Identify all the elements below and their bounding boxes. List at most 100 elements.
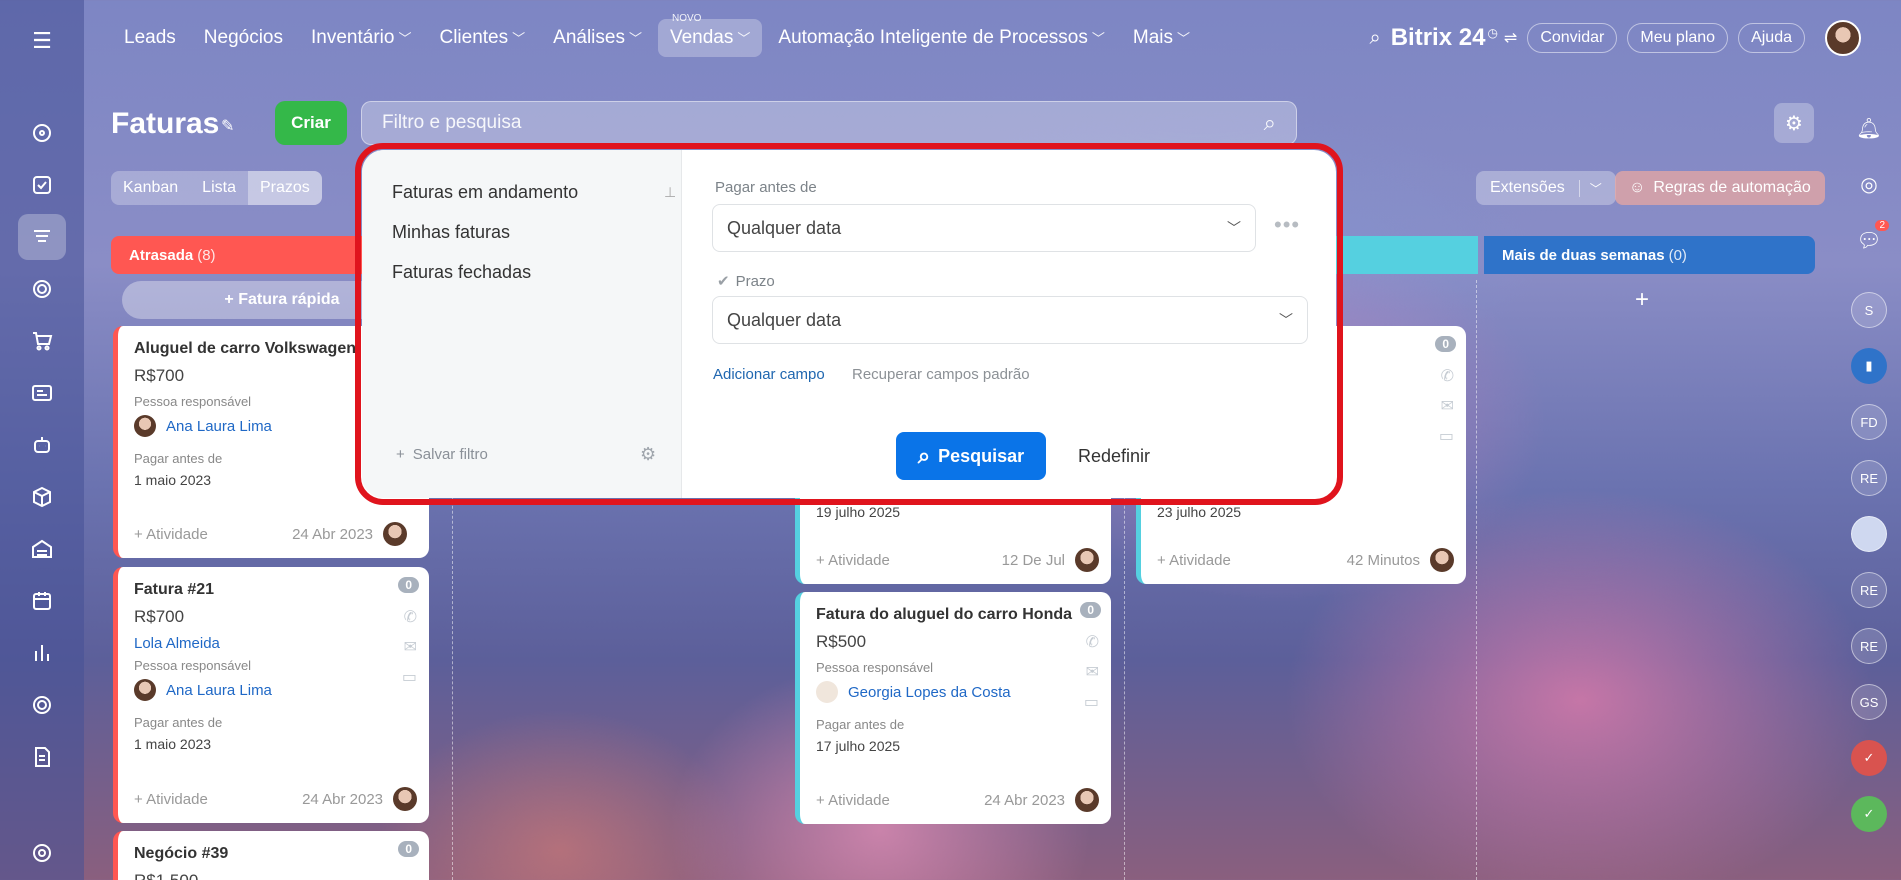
view-kanban[interactable]: Kanban <box>111 171 190 205</box>
chat-icon[interactable]: ▭ <box>1439 426 1454 446</box>
target-icon[interactable] <box>18 266 66 312</box>
avatar <box>1075 788 1099 812</box>
sites-icon[interactable] <box>18 370 66 416</box>
gear-icon[interactable]: ⚙ <box>640 444 656 465</box>
nav-clients[interactable]: Clientes ﹀ <box>427 19 537 57</box>
avatar[interactable]: RE <box>1851 628 1887 664</box>
nav-more[interactable]: Mais ﹀ <box>1121 19 1202 57</box>
card-contact[interactable]: Lola Almeida <box>134 635 413 652</box>
chevron-down-icon: ﹀ <box>628 31 642 46</box>
view-deadlines[interactable]: Prazos <box>247 171 322 205</box>
nav-inventory[interactable]: Inventário ﹀ <box>299 19 423 57</box>
automation-rules-button[interactable]: ☺ Regras de automação <box>1615 171 1825 205</box>
phone-icon[interactable]: ✆ <box>404 607 417 627</box>
view-list[interactable]: Lista <box>190 171 248 205</box>
plan-button[interactable]: Meu plano <box>1627 23 1729 53</box>
card-title[interactable]: Fatura do aluguel do carro Honda <box>816 606 1095 624</box>
mail-icon[interactable]: ✉ <box>1086 662 1099 682</box>
card-contact-name: Lola Almeida <box>134 635 220 652</box>
crm-icon[interactable] <box>18 214 66 260</box>
nav-automation-label: Automação Inteligente de Processos <box>778 27 1088 48</box>
nav-leads[interactable]: Leads <box>112 19 188 57</box>
invite-button[interactable]: Convidar <box>1527 23 1618 53</box>
nav-automation[interactable]: Automação Inteligente de Processos ﹀ <box>766 19 1116 57</box>
chevron-down-icon: ﹀ <box>1091 31 1105 46</box>
card-title[interactable]: Negócio #39 <box>134 845 413 863</box>
column-two-weeks[interactable]: Mais de duas semanas (0) <box>1484 236 1815 274</box>
more-icon[interactable]: ••• <box>1274 212 1300 238</box>
bookmark-icon[interactable]: ▮ <box>1851 348 1887 384</box>
task-icon[interactable]: ✓ <box>1851 740 1887 776</box>
column-cyan[interactable] <box>1320 236 1478 274</box>
avatar[interactable]: S <box>1851 292 1887 328</box>
nav-analytics[interactable]: Análises ﹀ <box>541 19 654 57</box>
avatar[interactable]: FD <box>1851 404 1887 440</box>
card-responsible[interactable]: Georgia Lopes da Costa <box>816 681 1095 703</box>
avatar[interactable]: RE <box>1851 460 1887 496</box>
pin-icon[interactable]: ✎ <box>221 116 234 136</box>
avatar[interactable]: GS <box>1851 684 1887 720</box>
settings-gear-icon[interactable]: ⚙ <box>1774 103 1814 143</box>
add-field-link[interactable]: Adicionar campo <box>713 366 825 383</box>
preset-my-invoices[interactable]: Minhas faturas <box>392 222 510 243</box>
add-plus-icon[interactable]: + <box>1635 286 1649 314</box>
pay-before-select[interactable]: Qualquer data ﹀ <box>712 204 1256 252</box>
card-due-date: 1 maio 2023 <box>134 736 212 752</box>
menu-icon[interactable]: ☰ <box>18 18 66 64</box>
sales-icon[interactable] <box>18 110 66 156</box>
add-activity-link[interactable]: + Atividade <box>1157 552 1231 569</box>
bell-icon[interactable]: 🔔︎ <box>1851 110 1887 146</box>
avatar[interactable]: RE <box>1851 572 1887 608</box>
invoice-card[interactable]: 0 ✆ ✉ ▭ Fatura do aluguel do carro Honda… <box>795 592 1111 824</box>
nav-sales[interactable]: NOVO Vendas ﹀ <box>657 13 763 57</box>
invoice-card[interactable]: 0 ✆ ✉ ▭ Fatura #21 R$700 Lola Almeida Pe… <box>113 567 429 823</box>
reset-button[interactable]: Redefinir <box>1078 432 1150 480</box>
phone-icon[interactable]: ✆ <box>1086 632 1099 652</box>
restore-default-fields-link[interactable]: Recuperar campos padrão <box>852 366 1030 383</box>
warehouse-icon[interactable] <box>18 526 66 572</box>
search-icon[interactable]: ⌕ <box>1264 110 1276 136</box>
nav-deals[interactable]: Negócios <box>192 19 295 57</box>
add-activity-link[interactable]: + Atividade <box>134 526 208 543</box>
extensions-button[interactable]: Extensões ﹀ <box>1476 171 1616 205</box>
task-done-icon[interactable]: ✓ <box>1851 796 1887 832</box>
column-late[interactable]: Atrasada (8) <box>111 236 371 274</box>
sliders-icon[interactable]: ⇌ <box>1504 28 1517 48</box>
phone-icon[interactable]: ✆ <box>1441 366 1454 386</box>
tasks-icon[interactable] <box>18 162 66 208</box>
add-activity-link[interactable]: + Atividade <box>816 552 890 569</box>
help-button[interactable]: Ajuda <box>1738 23 1805 53</box>
calendar-icon[interactable] <box>18 578 66 624</box>
add-activity-link[interactable]: + Atividade <box>134 791 208 808</box>
preset-in-progress[interactable]: Faturas em andamento <box>392 182 578 203</box>
search-button[interactable]: ⌕ Pesquisar <box>896 432 1046 480</box>
create-button[interactable]: Criar <box>275 101 347 145</box>
analytics-icon[interactable] <box>18 630 66 676</box>
box-icon[interactable] <box>18 474 66 520</box>
search-icon[interactable]: ⌕ <box>1370 27 1381 50</box>
save-filter-label: Salvar filtro <box>412 446 488 463</box>
deadline-select[interactable]: Qualquer data ﹀ <box>712 296 1308 344</box>
mail-icon[interactable]: ✉ <box>1441 396 1454 416</box>
robot-icon[interactable] <box>18 422 66 468</box>
add-activity-link[interactable]: + Atividade <box>816 792 890 809</box>
cart-icon[interactable] <box>18 318 66 364</box>
pin-icon[interactable]: ⊥ <box>664 184 676 201</box>
preset-closed[interactable]: Faturas fechadas <box>392 262 531 283</box>
chat-icon[interactable]: 💬︎ 2 <box>1851 220 1889 258</box>
document-icon[interactable] <box>18 734 66 780</box>
invoice-card[interactable]: 0 Negócio #39 R$1.500 <box>113 831 429 880</box>
shield-icon[interactable] <box>18 682 66 728</box>
filter-popup: Faturas em andamento ⊥ Minhas faturas Fa… <box>362 150 1336 498</box>
chat-icon[interactable]: ▭ <box>402 667 417 687</box>
save-filter-button[interactable]: + Salvar filtro <box>396 446 488 463</box>
copilot-icon[interactable]: ◎ <box>1851 166 1887 202</box>
card-title[interactable]: Fatura #21 <box>134 581 413 599</box>
settings-gear-icon[interactable] <box>18 830 66 876</box>
chat-icon[interactable]: ▭ <box>1084 692 1099 712</box>
avatar[interactable] <box>1851 516 1887 552</box>
search-filter-input[interactable]: Filtro e pesquisa ⌕ <box>361 101 1297 145</box>
user-avatar[interactable] <box>1825 20 1861 56</box>
mail-icon[interactable]: ✉ <box>404 637 417 657</box>
card-responsible[interactable]: Ana Laura Lima <box>134 679 413 701</box>
